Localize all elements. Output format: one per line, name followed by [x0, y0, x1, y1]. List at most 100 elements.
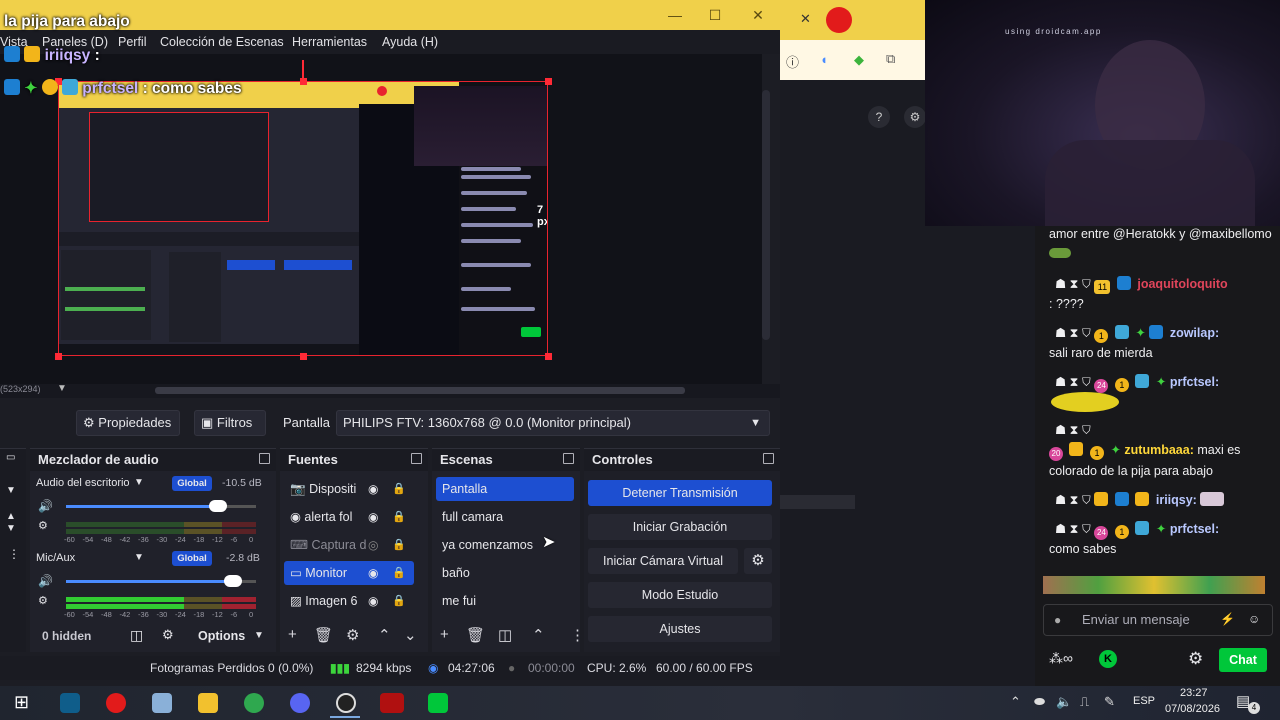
virtual-cam-button[interactable]: Iniciar Cámara Virtual — [588, 548, 738, 574]
bits-icon[interactable]: ⚡ — [1220, 612, 1235, 626]
scene-item[interactable]: full camara — [436, 505, 574, 529]
smiley-icon[interactable]: ☺ — [1248, 612, 1260, 626]
virtual-cam-gear-icon[interactable]: ⚙ — [744, 548, 772, 574]
folder-icon[interactable] — [198, 693, 218, 713]
eye-icon[interactable]: ◉ — [368, 566, 378, 580]
chevron-up-icon[interactable]: ⌃ — [532, 626, 545, 644]
eye-icon[interactable]: ◉ — [368, 510, 378, 524]
voicemeeter-icon[interactable] — [380, 693, 404, 713]
preview-source[interactable]: 7 px — [58, 81, 548, 356]
lock-icon[interactable]: 🔒 — [392, 566, 406, 579]
close-icon[interactable]: ✕ — [748, 6, 768, 24]
trash-icon[interactable]: 🗑 — [466, 626, 485, 644]
chat-username[interactable]: joaquitoloquito — [1137, 277, 1227, 291]
chevron-up-icon[interactable]: ▲ — [6, 511, 16, 522]
settings-button[interactable]: Ajustes — [588, 616, 772, 642]
pen-icon[interactable]: ✎ — [1104, 694, 1115, 710]
help-icon[interactable]: ? — [868, 106, 890, 128]
filters-button[interactable]: ▣ Filtros — [194, 410, 266, 436]
chat-username[interactable]: prfctsel: — [1170, 522, 1219, 536]
eye-off-icon[interactable]: ◎ — [368, 538, 378, 552]
add-icon[interactable]: + — [440, 626, 449, 643]
tray-chevron-icon[interactable]: ⌃ — [1010, 694, 1021, 710]
volume-slider[interactable] — [209, 500, 227, 512]
chat-send-button[interactable]: Chat — [1219, 648, 1267, 672]
clock-time[interactable]: 23:27 — [1180, 687, 1208, 699]
speaker-icon[interactable]: 🔊 — [38, 574, 53, 588]
chat-username[interactable]: iriiqsy: — [1156, 493, 1197, 507]
lock-icon[interactable]: 🔒 — [392, 482, 406, 495]
scene-item[interactable]: baño — [436, 561, 574, 585]
menu-coleccion[interactable]: Colección de Escenas — [160, 35, 284, 49]
global-badge[interactable]: Global — [172, 476, 212, 491]
chevron-down-icon[interactable]: ⌄ — [404, 626, 417, 644]
options-button[interactable]: Options — [198, 629, 245, 643]
volume-slider[interactable] — [224, 575, 243, 587]
lock-icon[interactable]: 🔒 — [392, 510, 406, 523]
chrome-icon[interactable] — [244, 693, 264, 713]
mixer-settings-icon[interactable]: ⚙ — [38, 594, 48, 607]
tray-icon[interactable]: ⬬ — [1034, 694, 1045, 710]
dock-float-icon[interactable]: ▭ — [6, 452, 15, 463]
chat-username[interactable]: zutumbaaa: — [1124, 443, 1193, 457]
chevron-down-icon[interactable]: ▼ — [254, 630, 264, 641]
global-badge[interactable]: Global — [172, 551, 212, 566]
lock-icon[interactable]: 🔒 — [392, 538, 406, 551]
extension-icon[interactable]: ◆ — [854, 52, 864, 68]
obs-icon[interactable] — [336, 693, 356, 713]
menu-herramientas[interactable]: Herramientas — [292, 35, 367, 49]
menu-perfil[interactable]: Perfil — [118, 35, 146, 49]
more-icon[interactable]: ⋮ — [8, 547, 20, 561]
wifi-icon[interactable]: ◖ — [820, 52, 828, 67]
close-icon[interactable]: ✕ — [800, 11, 811, 27]
chevron-down-icon[interactable]: ▼ — [134, 552, 144, 563]
gear-icon[interactable]: ⚙ — [1188, 649, 1203, 669]
gear-icon[interactable]: ⚙ — [904, 106, 926, 128]
chevron-down-icon[interactable]: ▼ — [6, 523, 16, 534]
properties-button[interactable]: ⚙ Propiedades — [76, 410, 180, 436]
clock-date[interactable]: 07/08/2026 — [1165, 703, 1220, 715]
opera-icon[interactable] — [106, 693, 126, 713]
kick-icon[interactable]: K — [1099, 650, 1117, 668]
start-recording-button[interactable]: Iniciar Grabación — [588, 514, 772, 540]
studio-mode-button[interactable]: Modo Estudio — [588, 582, 772, 608]
columns-icon[interactable]: ◫ — [130, 627, 143, 644]
chevron-down-icon[interactable]: ▼ — [134, 477, 144, 488]
preview-vscroll[interactable] — [762, 90, 770, 340]
discord-icon[interactable] — [290, 693, 310, 713]
filter-icon[interactable]: ◫ — [498, 626, 512, 644]
scrollbar-thumb[interactable] — [780, 495, 855, 509]
language-indicator[interactable]: ESP — [1133, 695, 1155, 707]
chat-input[interactable]: ● Enviar un mensaje ⚡ ☺ — [1043, 604, 1273, 636]
volume-icon[interactable]: 🔈 — [1056, 694, 1072, 710]
points-icon[interactable]: ⁂∞ — [1049, 650, 1073, 667]
maximize-icon[interactable]: ☐ — [705, 6, 725, 24]
chat-username[interactable]: prfctsel: — [1170, 375, 1219, 389]
trash-icon[interactable]: 🗑 — [314, 626, 333, 644]
scene-item[interactable]: me fui — [436, 589, 574, 613]
windows-start-icon[interactable]: ⊞ — [14, 692, 29, 713]
info-icon[interactable]: ⓘ — [786, 52, 799, 71]
menu-ayuda[interactable]: Ayuda (H) — [382, 35, 438, 49]
chevron-down-icon[interactable]: ▼ — [6, 485, 16, 496]
lock-icon[interactable]: 🔒 — [392, 594, 406, 607]
more-icon[interactable]: ⋮ — [570, 626, 585, 644]
chevron-up-icon[interactable]: ⌃ — [378, 626, 391, 644]
scene-item-selected[interactable]: Pantalla — [436, 477, 574, 501]
eye-icon[interactable]: ◉ — [368, 482, 378, 496]
emote-picker-icon[interactable]: ● — [1054, 613, 1061, 627]
speaker-icon[interactable]: 🔊 — [38, 499, 53, 513]
mixer-settings-icon[interactable]: ⚙ — [38, 519, 48, 532]
eye-icon[interactable]: ◉ — [368, 594, 378, 608]
app-icon[interactable] — [152, 693, 172, 713]
display-select[interactable]: PHILIPS FTV: 1360x768 @ 0.0 (Monitor pri… — [336, 410, 770, 436]
chat-username[interactable]: zowilap: — [1170, 326, 1219, 340]
steam-icon[interactable] — [60, 693, 80, 713]
stop-stream-button[interactable]: Detener Transmisión — [588, 480, 772, 506]
preview-hscroll[interactable]: (523x294) ▼ — [0, 383, 780, 398]
minimize-icon[interactable]: — — [665, 6, 685, 24]
size-dropdown-icon[interactable]: ▼ — [57, 383, 67, 394]
gear-icon[interactable]: ⚙ — [346, 626, 359, 644]
puzzle-icon[interactable]: ⧉ — [886, 51, 895, 67]
gear-icon[interactable]: ⚙ — [162, 627, 174, 643]
